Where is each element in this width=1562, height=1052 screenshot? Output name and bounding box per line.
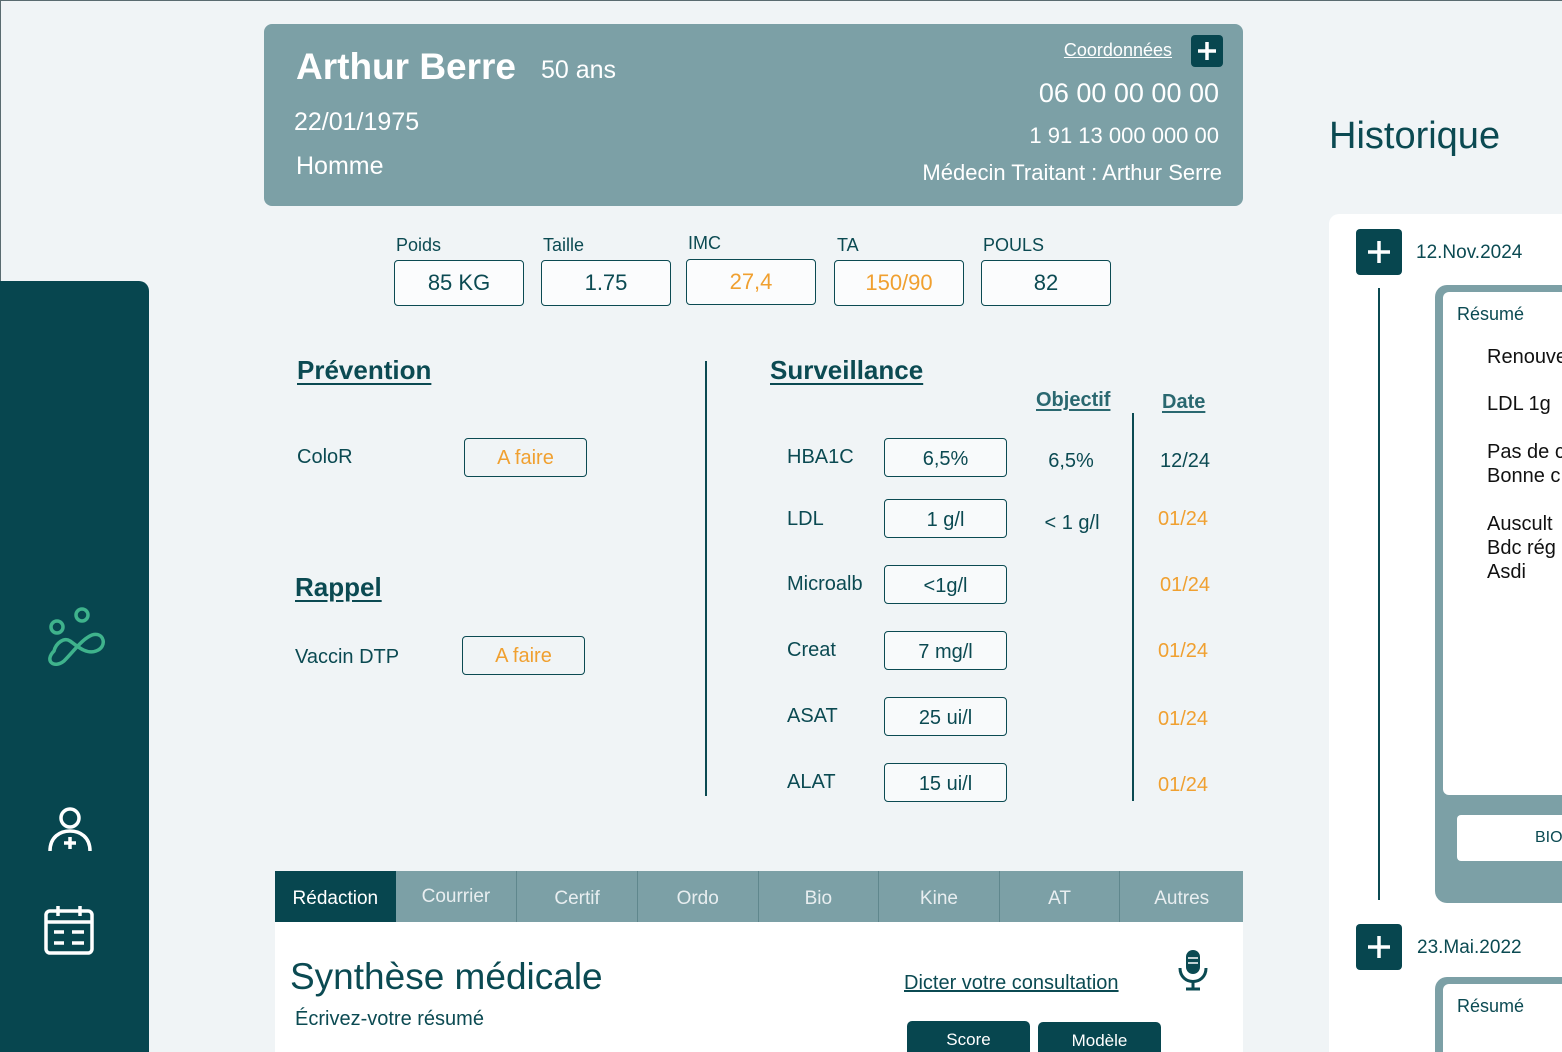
date-header: Date <box>1162 391 1206 413</box>
patient-name: Arthur Berre <box>296 46 516 87</box>
lab-label-alat: ALAT <box>787 771 836 793</box>
vital-weight-field[interactable]: 85 KG <box>394 260 524 306</box>
history-entry-date: 23.Mai.2022 <box>1417 937 1522 958</box>
dictate-link[interactable]: Dicter votre consultation <box>904 972 1119 995</box>
objective-header: Objectif <box>1036 389 1111 411</box>
patient-phone: 06 00 00 00 00 <box>1038 78 1219 108</box>
history-entry-date: 12.Nov.2024 <box>1416 242 1523 263</box>
summary-label: Résumé <box>1457 304 1525 324</box>
tab-bio[interactable]: Bio <box>757 871 879 922</box>
vital-bp-field[interactable]: 150/90 <box>834 260 964 306</box>
vital-height-field[interactable]: 1.75 <box>541 260 671 306</box>
lab-date-creat: 01/24 <box>1158 640 1209 662</box>
summary-line: Bonne c <box>1487 465 1561 487</box>
patient-sex: Homme <box>296 152 384 180</box>
app-logo-icon <box>48 607 105 666</box>
lab-label-asat: ASAT <box>787 705 838 727</box>
rappel-status-button[interactable]: A faire <box>462 636 585 675</box>
patient-header-card: Arthur Berre 50 ans 22/01/1975 Homme Coo… <box>264 24 1243 206</box>
vital-label-height: Taille <box>543 235 585 255</box>
editor-panel: Synthèse médicale Écrivez-votre résumé D… <box>275 922 1243 1052</box>
tab-certif[interactable]: Certif <box>516 871 637 922</box>
expand-entry-button[interactable] <box>1356 924 1402 970</box>
lab-label-ldl: LDL <box>787 508 824 530</box>
vital-label-bmi: IMC <box>688 233 721 253</box>
summary-line: Renouve <box>1487 346 1562 368</box>
vital-bmi-field[interactable]: 27,4 <box>686 259 816 305</box>
lab-value-ldl[interactable]: 1 g/l <box>884 499 1007 538</box>
plus-icon <box>1368 936 1390 958</box>
lab-label-microalb: Microalb <box>787 573 863 595</box>
editor-subtitle[interactable]: Écrivez-votre résumé <box>295 1008 484 1031</box>
calendar-icon[interactable] <box>43 904 95 956</box>
vital-pulse-field[interactable]: 82 <box>981 260 1111 306</box>
lab-date-ldl: 01/24 <box>1158 508 1209 530</box>
coordinates-link[interactable]: Coordonnées <box>1064 40 1172 61</box>
window-left-edge <box>0 0 1 282</box>
prevention-title: Prévention <box>297 355 432 385</box>
lab-date-hba1c: 12/24 <box>1160 450 1211 472</box>
history-summary-box: Résumé <box>1443 984 1562 1052</box>
patient-dob: 22/01/1975 <box>294 108 420 136</box>
lab-date-microalb: 01/24 <box>1160 574 1211 596</box>
vital-label-pulse: POULS <box>983 235 1045 255</box>
lab-target-hba1c: 6,5% <box>1048 450 1094 472</box>
plus-icon <box>1198 42 1216 60</box>
add-coordinates-button[interactable] <box>1191 35 1223 67</box>
summary-line: Pas de c <box>1487 441 1562 463</box>
summary-line: Auscult <box>1487 513 1553 535</box>
expand-entry-button[interactable] <box>1356 229 1402 275</box>
history-timeline <box>1378 288 1380 900</box>
patient-ssn: 1 91 13 000 000 00 <box>1029 123 1219 148</box>
summary-line: LDL 1g <box>1487 393 1551 415</box>
lab-value-alat[interactable]: 15 ui/l <box>884 763 1007 802</box>
score-button[interactable]: Score <box>907 1021 1030 1052</box>
lab-date-asat: 01/24 <box>1158 708 1209 730</box>
date-column-divider <box>1132 413 1134 801</box>
rappel-item-label: Vaccin DTP <box>295 646 400 668</box>
document-tabs: Rédaction Courrier Certif Ordo Bio Kine … <box>275 871 1243 922</box>
prevention-item-label: ColoR <box>297 446 353 468</box>
lab-value-asat[interactable]: 25 ui/l <box>884 697 1007 736</box>
lab-value-microalb[interactable]: <1g/l <box>884 565 1007 604</box>
rappel-title: Rappel <box>295 572 382 602</box>
lab-label-hba1c: HBA1C <box>787 446 854 468</box>
microphone-icon[interactable] <box>1176 948 1210 992</box>
lab-value-creat[interactable]: 7 mg/l <box>884 631 1007 670</box>
history-title: Historique <box>1329 115 1501 157</box>
surveillance-title: Surveillance <box>770 355 924 385</box>
lab-value-hba1c[interactable]: 6,5% <box>884 438 1007 477</box>
treating-doctor: Médecin Traitant : Arthur Serre <box>922 160 1222 185</box>
bio-button[interactable]: BIO <box>1457 815 1562 861</box>
summary-line: Bdc rég <box>1487 537 1556 559</box>
plus-icon <box>1368 241 1390 263</box>
window-top-edge <box>0 0 1562 1</box>
tab-kine[interactable]: Kine <box>878 871 999 922</box>
vital-label-weight: Poids <box>396 235 442 255</box>
section-divider <box>705 361 707 796</box>
model-button[interactable]: Modèle <box>1038 1022 1161 1052</box>
tab-autres[interactable]: Autres <box>1119 871 1243 922</box>
lab-label-creat: Creat <box>787 639 836 661</box>
summary-label: Résumé <box>1457 996 1525 1016</box>
prevention-status-button[interactable]: A faire <box>464 438 587 477</box>
summary-line: Asdi <box>1487 561 1526 583</box>
patient-age: 50 ans <box>541 56 617 84</box>
tab-ordo[interactable]: Ordo <box>636 871 758 922</box>
editor-title: Synthèse médicale <box>290 956 603 997</box>
add-patient-icon[interactable] <box>46 805 94 855</box>
vital-label-bp: TA <box>837 235 859 255</box>
tab-courrier[interactable]: Courrier <box>396 871 517 922</box>
lab-date-alat: 01/24 <box>1158 774 1209 796</box>
sidebar <box>0 281 149 1052</box>
tab-at[interactable]: AT <box>998 871 1120 922</box>
tab-redaction[interactable]: Rédaction <box>275 871 396 922</box>
lab-target-ldl: < 1 g/l <box>1044 512 1100 534</box>
